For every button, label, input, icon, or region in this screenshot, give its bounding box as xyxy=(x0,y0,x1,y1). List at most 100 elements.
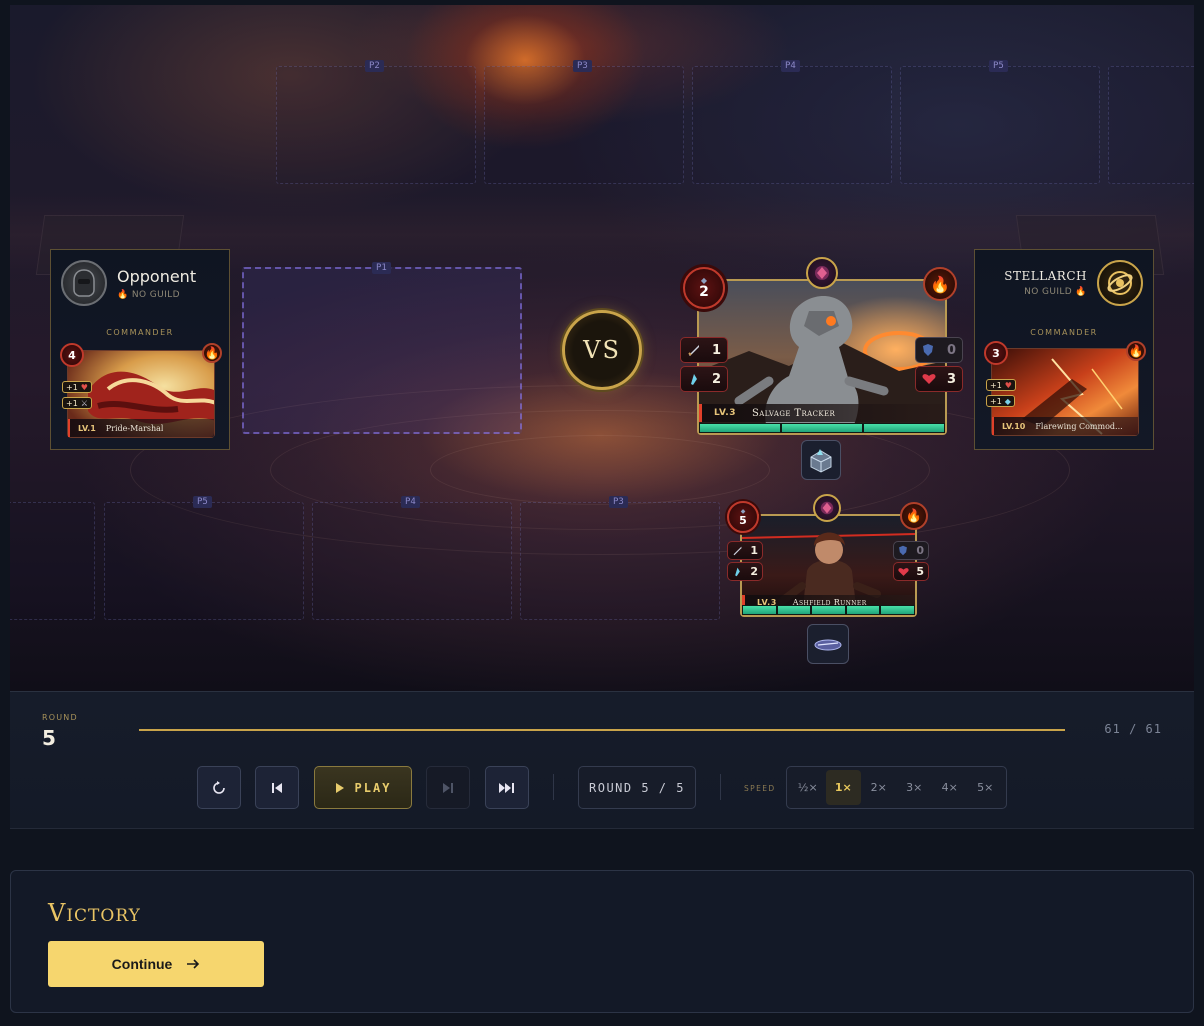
speed-option-2x[interactable]: 2× xyxy=(861,770,897,805)
opponent-commander-card[interactable]: 4 🔥 +1 ♥ +1 ⚔ LV.1 Pride-Marshal xyxy=(60,343,222,438)
crystal-chest-icon xyxy=(810,449,832,473)
player-name: Stellarch xyxy=(1004,269,1087,283)
health-buff: +1 ♥ xyxy=(986,379,1016,391)
player-commander-panel[interactable]: Stellarch NO GUILD 🔥 COMMANDER xyxy=(974,249,1154,450)
speed-option-5x[interactable]: 5× xyxy=(968,770,1004,805)
power-stat: 2 xyxy=(680,366,728,392)
health-segment xyxy=(700,424,780,432)
attack-buff: +1 ⚔ xyxy=(62,397,92,409)
restart-icon xyxy=(213,780,225,794)
buff-value: +1 xyxy=(66,382,78,392)
skip-to-end-button[interactable] xyxy=(485,766,529,809)
health-segment xyxy=(782,424,862,432)
heart-icon xyxy=(922,373,936,385)
fighter-cost: 5 xyxy=(739,513,747,527)
slot-label: P3 xyxy=(573,60,592,72)
slot-bottom-p4[interactable]: P4 xyxy=(312,496,512,620)
replay-controls: ROUND 5 61 / 61 PLAY ROUND 5 / 5 SPEED ½… xyxy=(10,691,1194,829)
faction-crest-icon xyxy=(813,494,841,522)
opponent-header: Opponent 🔥 NO GUILD xyxy=(61,260,219,306)
arrow-right-icon xyxy=(187,959,200,969)
arena-floor-ring xyxy=(430,435,770,505)
slot-bottom-p5[interactable]: P5 xyxy=(104,496,304,620)
heart-icon: ♥ xyxy=(80,382,88,392)
slot-label: P5 xyxy=(193,496,212,508)
fighter-namebar: LV.3 Salvage Tracker xyxy=(699,404,945,422)
fire-icon: 🔥 xyxy=(117,289,129,300)
step-back-button[interactable] xyxy=(255,766,299,809)
round-label: ROUND xyxy=(42,713,78,722)
hoverboard-icon xyxy=(814,639,842,651)
slot-top-p3[interactable]: P3 xyxy=(484,60,684,184)
fighter-card-ashfield-runner[interactable]: LV.3 Ashfield Runner xyxy=(740,514,917,617)
fire-element-icon: 🔥 xyxy=(900,502,928,530)
battle-arena: P2 P3 P4 P5 P1 P5 P4 P3 Opponent 🔥 NO GU… xyxy=(10,5,1194,691)
health-value: 5 xyxy=(916,565,924,578)
step-counter: 61 / 61 xyxy=(1104,722,1162,736)
health-segment xyxy=(743,606,776,614)
cost-gem-icon: ◆ 2 xyxy=(683,267,725,309)
slot-top-p2[interactable]: P2 xyxy=(276,60,476,184)
speed-option-1x[interactable]: 1× xyxy=(825,770,861,805)
slot-top-p5[interactable]: P5 xyxy=(900,60,1100,184)
continue-button[interactable]: Continue xyxy=(48,941,264,987)
opponent-commander-panel[interactable]: Opponent 🔥 NO GUILD COMMANDER 4 🔥 +1 ♥ +… xyxy=(50,249,230,450)
restart-button[interactable] xyxy=(197,766,241,809)
attack-value: 1 xyxy=(750,544,758,557)
round-value: 5 xyxy=(42,726,56,750)
speed-option-3x[interactable]: 3× xyxy=(897,770,933,805)
play-button[interactable]: PLAY xyxy=(314,766,412,809)
card-name: Pride-Marshal xyxy=(105,423,164,433)
health-segment xyxy=(881,606,914,614)
cost-gem-icon: ◆ 5 xyxy=(727,501,759,533)
health-segment xyxy=(864,424,944,432)
slot-label: P4 xyxy=(401,496,420,508)
shield-stat: 0 xyxy=(915,337,963,363)
replay-timeline[interactable] xyxy=(139,729,1065,731)
fighter-card-salvage-tracker[interactable]: LV.3 Salvage Tracker xyxy=(697,279,947,435)
card-level: LV.1 xyxy=(78,423,96,433)
health-buff: +1 ♥ xyxy=(62,381,92,393)
fighter-name: Salvage Tracker xyxy=(751,407,836,419)
play-label: PLAY xyxy=(354,780,392,795)
slot-top-p4[interactable]: P4 xyxy=(692,60,892,184)
fighter-level: LV.3 xyxy=(714,408,736,418)
equipped-item-slot[interactable] xyxy=(807,624,849,664)
slot-top-extra[interactable] xyxy=(1108,66,1194,184)
battle-screen: P2 P3 P4 P5 P1 P5 P4 P3 Opponent 🔥 NO GU… xyxy=(0,0,1204,1026)
health-value: 3 xyxy=(946,371,956,387)
player-avatar-icon xyxy=(1097,260,1143,306)
speed-selector: ½× 1× 2× 3× 4× 5× xyxy=(786,766,1007,809)
opponent-avatar-icon xyxy=(61,260,107,306)
play-icon xyxy=(335,782,344,793)
slot-bottom-extra[interactable] xyxy=(10,502,95,620)
opponent-name: Opponent xyxy=(117,266,197,286)
slot-label: P4 xyxy=(781,60,800,72)
power-buff: +1 ◆ xyxy=(986,395,1015,407)
skip-forward-icon xyxy=(443,782,453,793)
fast-forward-icon xyxy=(499,782,514,793)
faction-crest-icon xyxy=(806,257,838,289)
player-role: COMMANDER xyxy=(1030,328,1098,337)
player-commander-card[interactable]: 3 🔥 +1 ♥ +1 ◆ LV.10 Flarewing Commod... xyxy=(984,341,1146,436)
speed-option-4x[interactable]: 4× xyxy=(932,770,968,805)
shield-value: 0 xyxy=(946,342,956,358)
health-stat: 3 xyxy=(915,366,963,392)
slot-active-p1[interactable]: P1 xyxy=(242,262,522,434)
slot-bottom-p3[interactable]: P3 xyxy=(520,496,720,620)
shield-stat: 0 xyxy=(893,541,929,560)
battle-result-panel: Victory Continue xyxy=(10,870,1194,1013)
buff-value: +1 xyxy=(66,398,78,408)
cost-gem-icon: 3 xyxy=(984,341,1008,365)
crystal-icon: ◆ xyxy=(1004,396,1011,406)
heart-icon xyxy=(898,567,909,577)
buff-value: +1 xyxy=(990,396,1002,406)
round-indicator: ROUND 5 / 5 xyxy=(578,766,696,809)
fire-element-icon: 🔥 xyxy=(923,267,957,301)
step-forward-button[interactable] xyxy=(426,766,470,809)
opponent-role: COMMANDER xyxy=(106,328,174,337)
player-guild-label: NO GUILD xyxy=(1024,287,1073,297)
health-segment xyxy=(846,606,880,614)
speed-option-half[interactable]: ½× xyxy=(790,770,826,805)
equipped-item-slot[interactable] xyxy=(801,440,841,480)
